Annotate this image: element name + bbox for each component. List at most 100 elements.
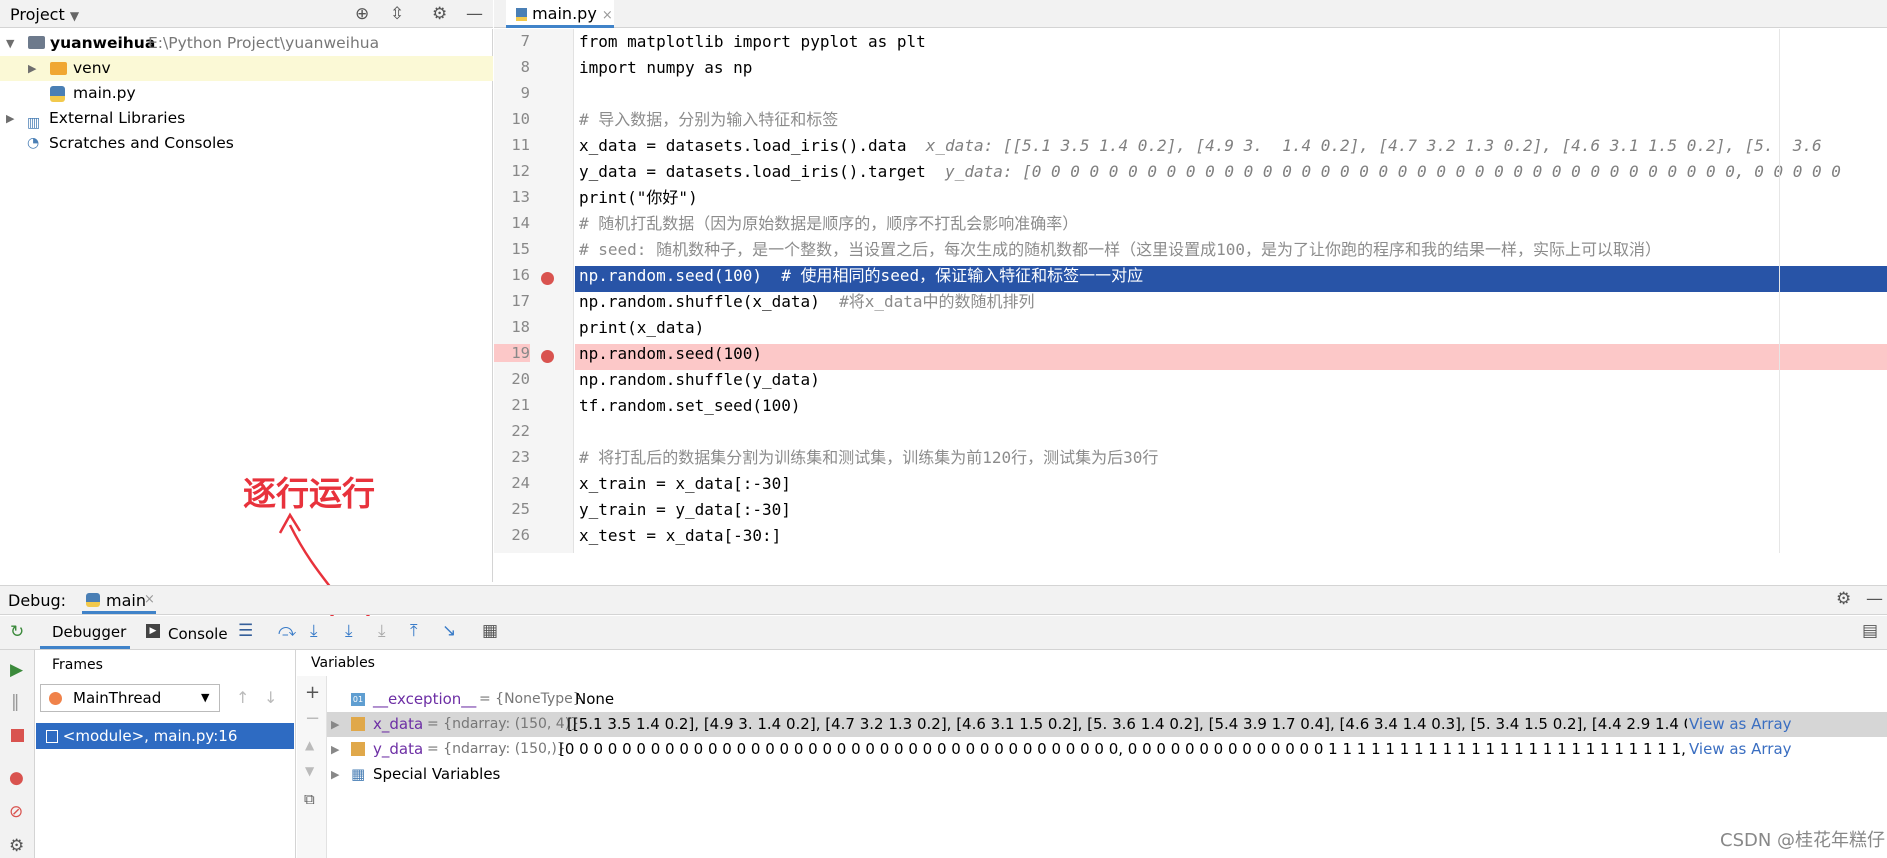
breakpoint-icon[interactable] xyxy=(541,272,554,285)
tree-item-main-py[interactable]: main.py xyxy=(0,81,493,106)
code-line: # 随机打乱数据（因为原始数据是顺序的，顺序不打乱会影响准确率） xyxy=(579,214,1079,233)
pause-icon[interactable]: ‖ xyxy=(11,692,20,712)
remove-watch-icon[interactable]: − xyxy=(305,708,320,729)
thread-name: MainThread xyxy=(73,689,162,707)
show-execution-point-icon[interactable]: ⤼ xyxy=(278,621,296,641)
line-number: 15 xyxy=(511,240,530,258)
menu-icon[interactable]: ☰ xyxy=(238,621,253,641)
console-icon: ▶ xyxy=(146,624,160,638)
code-comment: #将x_data中的数随机排列 xyxy=(839,292,1035,311)
step-out-icon[interactable]: ⤒ xyxy=(410,621,418,641)
locate-icon[interactable]: ⊕ xyxy=(355,4,369,24)
code-text: np.random.shuffle(x_data) xyxy=(579,292,820,311)
debug-toolbar: ↻ Debugger ▶ Console ☰ ⤼ ⤓ ⤓ ⤓ ⤒ ↘ ▦ ▤ xyxy=(0,616,1887,650)
tab-console[interactable]: Console xyxy=(168,625,228,643)
frames-header: Frames xyxy=(52,657,103,673)
folder-icon xyxy=(28,36,45,49)
arrow-up-icon[interactable]: ↑ xyxy=(236,688,249,707)
view-as-array-link[interactable]: View as Array xyxy=(1689,712,1792,737)
layout-icon[interactable]: ▤ xyxy=(1862,621,1878,641)
debug-label: Debug: xyxy=(8,591,67,610)
variable-value: None xyxy=(575,690,615,708)
stop-icon[interactable] xyxy=(11,729,24,742)
array-icon xyxy=(351,742,365,756)
arrow-down-icon[interactable]: ↓ xyxy=(264,688,277,707)
editor-gutter: 7 8 9 10 11 12 13 14 15 16 17 18 19 20 2… xyxy=(494,29,574,553)
run-to-cursor-icon[interactable]: ↘ xyxy=(442,621,456,641)
minimize-icon[interactable]: — xyxy=(466,4,483,24)
tab-main-py[interactable]: main.py × xyxy=(506,0,614,28)
gear-icon[interactable]: ⚙ xyxy=(1836,589,1851,609)
gear-icon[interactable]: ⚙ xyxy=(432,4,447,24)
close-icon[interactable]: × xyxy=(602,8,613,23)
line-number: 19 xyxy=(494,344,530,362)
tab-label: main.py xyxy=(532,4,597,23)
variable-row[interactable]: ▶ x_data = {ndarray: (150, 4)} [[5.1 3.5… xyxy=(327,712,1887,737)
variable-row[interactable]: 01 __exception__ = {NoneType} None xyxy=(327,687,1887,712)
tree-item-root[interactable]: ▼ yuanweihua E:\Python Project\yuanweihu… xyxy=(0,31,493,56)
variable-name: Special Variables xyxy=(373,765,501,783)
code-line: tf.random.set_seed(100) xyxy=(579,396,801,415)
chevron-right-icon[interactable]: ▶ xyxy=(331,712,339,737)
close-icon[interactable]: × xyxy=(144,592,155,607)
code-line: print("你好") xyxy=(579,188,698,207)
special-variables-icon: ▦ xyxy=(351,765,366,783)
tree-item-external-libraries[interactable]: ▶ ▥ External Libraries xyxy=(0,106,493,131)
code-line: from matplotlib import pyplot as plt xyxy=(579,32,926,51)
line-number: 26 xyxy=(511,526,530,544)
view-breakpoints-icon[interactable]: ● xyxy=(9,768,24,788)
tree-root-path: E:\Python Project\yuanweihua xyxy=(148,34,380,52)
debug-side-toolbar: ▶ ‖ ● ⊘ ⚙ xyxy=(0,650,35,858)
chevron-right-icon[interactable]: ▶ xyxy=(331,762,339,787)
code-line: x_data = datasets.load_iris().data x_dat… xyxy=(579,133,1822,159)
variable-name: y_data xyxy=(373,740,424,758)
variable-type: = {ndarray: (150, 4)} xyxy=(427,716,580,732)
debug-config-tab[interactable]: main × xyxy=(82,588,156,614)
tab-debugger[interactable]: Debugger xyxy=(40,617,130,649)
python-icon xyxy=(86,593,100,607)
code-line: np.random.shuffle(x_data) #将x_data中的数随机排… xyxy=(579,289,1035,315)
thread-select[interactable]: MainThread ▼ xyxy=(40,684,220,712)
python-file-icon xyxy=(516,8,527,21)
mute-breakpoints-icon[interactable]: ⊘ xyxy=(9,802,23,822)
chevron-right-icon[interactable]: ▶ xyxy=(28,56,36,81)
frame-icon xyxy=(46,730,58,743)
line-number: 23 xyxy=(511,448,530,466)
step-into-icon[interactable]: ⤓ xyxy=(345,621,353,641)
code-editor[interactable]: from matplotlib import pyplot as plt imp… xyxy=(575,29,1887,553)
code-line: x_test = x_data[-30:] xyxy=(579,526,782,545)
add-watch-icon[interactable]: + xyxy=(305,682,320,703)
variables-header: Variables xyxy=(311,655,375,671)
variable-row[interactable]: ▶ y_data = {ndarray: (150,)} [0 0 0 0 0 … xyxy=(327,737,1887,762)
evaluate-expression-icon[interactable]: ▦ xyxy=(482,621,498,641)
tree-item-label: External Libraries xyxy=(49,109,186,127)
collapse-all-icon[interactable]: ⇳ xyxy=(390,4,404,24)
tree-item-scratches[interactable]: ◔ Scratches and Consoles xyxy=(0,131,493,156)
code-line: x_train = x_data[:-30] xyxy=(579,474,791,493)
rerun-icon[interactable]: ↻ xyxy=(10,622,24,642)
tree-root-name: yuanweihua xyxy=(50,34,156,52)
debug-panel-header: Debug: main × ⚙ — xyxy=(0,585,1887,615)
breakpoint-icon[interactable] xyxy=(541,350,554,363)
project-panel-title[interactable]: Project ▼ xyxy=(10,5,79,24)
variables-toolbar: + − ▲ ▼ ⧉ xyxy=(297,676,327,858)
copy-icon[interactable]: ⧉ xyxy=(304,790,315,808)
line-number: 14 xyxy=(511,214,530,232)
step-over-icon[interactable]: ⤓ xyxy=(310,621,318,641)
tree-item-venv[interactable]: ▶ venv xyxy=(0,56,493,81)
minimize-icon[interactable]: — xyxy=(1866,589,1883,609)
tree-item-label: venv xyxy=(73,59,111,77)
variable-value: [[5.1 3.5 1.4 0.2], [4.9 3. 1.4 0.2], [4… xyxy=(567,715,1687,733)
line-number: 22 xyxy=(511,422,530,440)
chevron-right-icon[interactable]: ▶ xyxy=(6,106,14,131)
resume-icon[interactable]: ▶ xyxy=(10,660,23,680)
settings-icon[interactable]: ⚙ xyxy=(9,836,24,856)
frame-item[interactable]: <module>, main.py:16 xyxy=(36,723,294,749)
move-up-icon[interactable]: ▲ xyxy=(305,738,314,752)
step-into-my-code-icon[interactable]: ⤓ xyxy=(378,621,386,641)
variable-row[interactable]: ▶ ▦ Special Variables xyxy=(327,762,1887,787)
chevron-right-icon[interactable]: ▶ xyxy=(331,737,339,762)
chevron-down-icon[interactable]: ▼ xyxy=(6,31,14,56)
move-down-icon[interactable]: ▼ xyxy=(305,764,314,778)
view-as-array-link[interactable]: View as Array xyxy=(1689,737,1792,762)
